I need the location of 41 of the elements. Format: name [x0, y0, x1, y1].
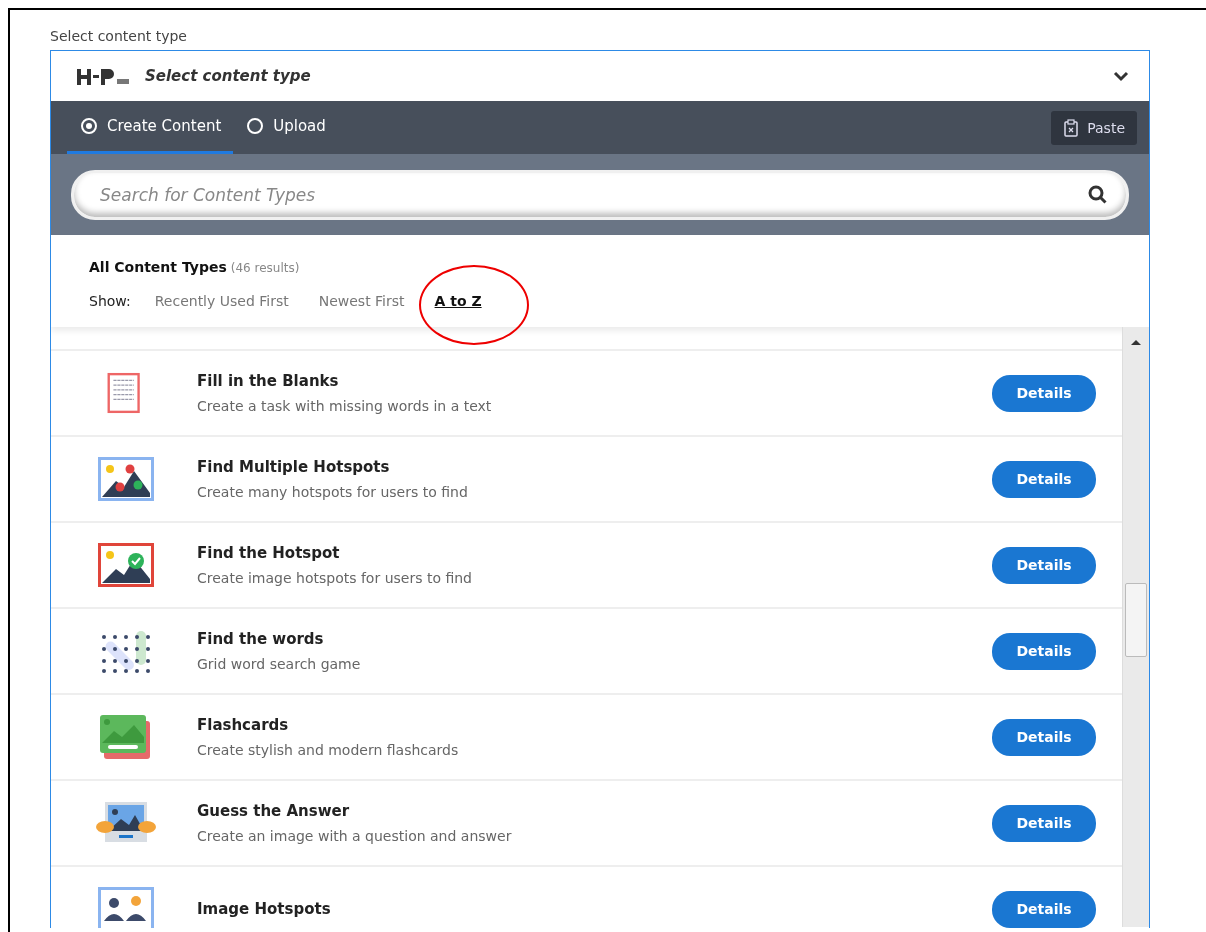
image-check-icon: [98, 543, 154, 587]
content-type-description: Create many hotspots for users to find: [197, 484, 469, 500]
content-type-name: Guess the Answer: [197, 802, 351, 820]
content-type-name: Find the words: [197, 630, 325, 648]
content-type-name: Fill in the Blanks: [197, 372, 340, 390]
details-button[interactable]: Details: [992, 804, 1096, 842]
content-type-name: Find the Hotspot: [197, 544, 341, 562]
image-speech-icon: [95, 801, 157, 845]
search-icon[interactable]: [1088, 184, 1108, 205]
content-type-description: Create an image with a question and answer: [197, 828, 513, 844]
details-button[interactable]: Details: [992, 374, 1096, 412]
details-button[interactable]: Details: [992, 632, 1096, 670]
scroll-thumb[interactable]: [1125, 583, 1147, 657]
content-type-description: Create stylish and modern flashcards: [197, 742, 460, 758]
sort-option[interactable]: Recently Used First: [154, 293, 289, 309]
image-people-icon: [98, 887, 154, 928]
content-type-description: Create image hotspots for users to find: [197, 570, 473, 586]
mode-tab[interactable]: Upload: [233, 101, 338, 154]
content-type-name: Find Multiple Hotspots: [197, 458, 391, 476]
image-markers-icon: [98, 457, 154, 501]
results-count: (46 results): [230, 261, 300, 275]
content-type-description: Grid word search game: [197, 656, 362, 672]
details-button[interactable]: Details: [992, 890, 1096, 928]
sort-label: Show:: [89, 293, 131, 309]
selector-title: Select content type: [145, 67, 312, 85]
paste-button[interactable]: Paste: [1051, 110, 1137, 145]
search-bar[interactable]: Search for Content Types: [71, 169, 1129, 220]
clipboard-icon: [1063, 118, 1080, 137]
sort-option[interactable]: A to Z: [434, 293, 482, 309]
details-button[interactable]: Details: [992, 546, 1096, 584]
details-button[interactable]: Details: [992, 718, 1096, 756]
scrollbar[interactable]: [1122, 327, 1149, 927]
content-type-name: Flashcards: [197, 716, 290, 734]
details-button[interactable]: Details: [992, 460, 1096, 498]
scroll-up-icon[interactable]: [1131, 339, 1141, 345]
content-type-name: Image Hotspots: [197, 900, 332, 918]
sort-option[interactable]: Newest First: [318, 293, 405, 309]
results-title: All Content Types: [89, 259, 227, 275]
content-type-description: Create a task with missing words in a text: [197, 398, 493, 414]
field-label: Select content type: [50, 28, 187, 44]
chevron-down-icon[interactable]: [1113, 70, 1129, 82]
